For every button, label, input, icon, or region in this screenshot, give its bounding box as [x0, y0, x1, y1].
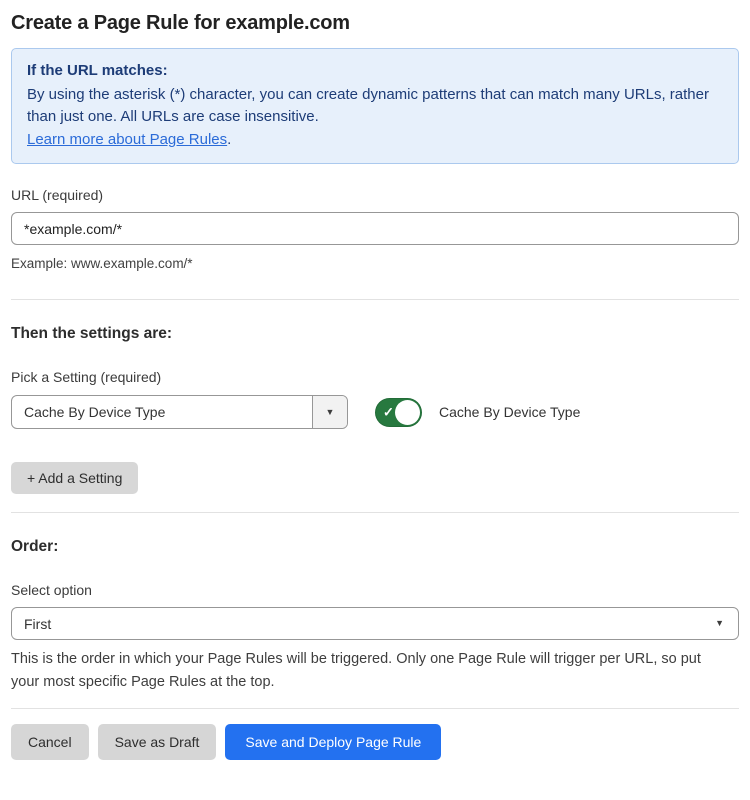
cache-by-device-toggle[interactable]: ✓	[375, 398, 422, 427]
chevron-down-icon: ▼	[715, 619, 724, 628]
footer-button-row: Cancel Save as Draft Save and Deploy Pag…	[11, 724, 739, 760]
url-field-label: URL (required)	[11, 187, 739, 203]
setting-select-arrow-button[interactable]: ▼	[312, 396, 347, 428]
link-suffix: .	[227, 131, 231, 148]
order-select-value: First	[24, 616, 715, 632]
divider	[11, 512, 739, 513]
page-title: Create a Page Rule for example.com	[11, 12, 739, 35]
url-helper-text: Example: www.example.com/*	[11, 254, 739, 274]
toggle-knob	[395, 400, 420, 425]
learn-more-link[interactable]: Learn more about Page Rules	[27, 131, 227, 148]
settings-section-heading: Then the settings are:	[11, 325, 739, 343]
add-setting-button[interactable]: + Add a Setting	[11, 462, 138, 494]
setting-select[interactable]: Cache By Device Type ▼	[11, 395, 348, 429]
order-helper-text: This is the order in which your Page Rul…	[11, 648, 733, 693]
check-icon: ✓	[383, 406, 394, 419]
order-select-label: Select option	[11, 582, 739, 598]
save-as-draft-button[interactable]: Save as Draft	[98, 724, 217, 760]
info-box-body: By using the asterisk (*) character, you…	[27, 84, 723, 129]
save-and-deploy-button[interactable]: Save and Deploy Page Rule	[225, 724, 441, 760]
chevron-down-icon: ▼	[326, 408, 335, 417]
pick-setting-label: Pick a Setting (required)	[11, 369, 739, 385]
cancel-button[interactable]: Cancel	[11, 724, 89, 760]
url-input[interactable]	[11, 212, 739, 245]
setting-row: Cache By Device Type ▼ ✓ Cache By Device…	[11, 395, 739, 429]
toggle-label: Cache By Device Type	[439, 404, 580, 420]
page-rule-form: Create a Page Rule for example.com If th…	[0, 0, 750, 800]
order-select[interactable]: First ▼	[11, 607, 739, 640]
setting-select-value: Cache By Device Type	[12, 396, 312, 428]
info-box-link-row: Learn more about Page Rules.	[27, 129, 723, 152]
divider	[11, 708, 739, 709]
order-section-heading: Order:	[11, 538, 739, 556]
divider	[11, 299, 739, 300]
url-match-info-box: If the URL matches: By using the asteris…	[11, 48, 739, 164]
info-box-heading: If the URL matches:	[27, 60, 723, 83]
